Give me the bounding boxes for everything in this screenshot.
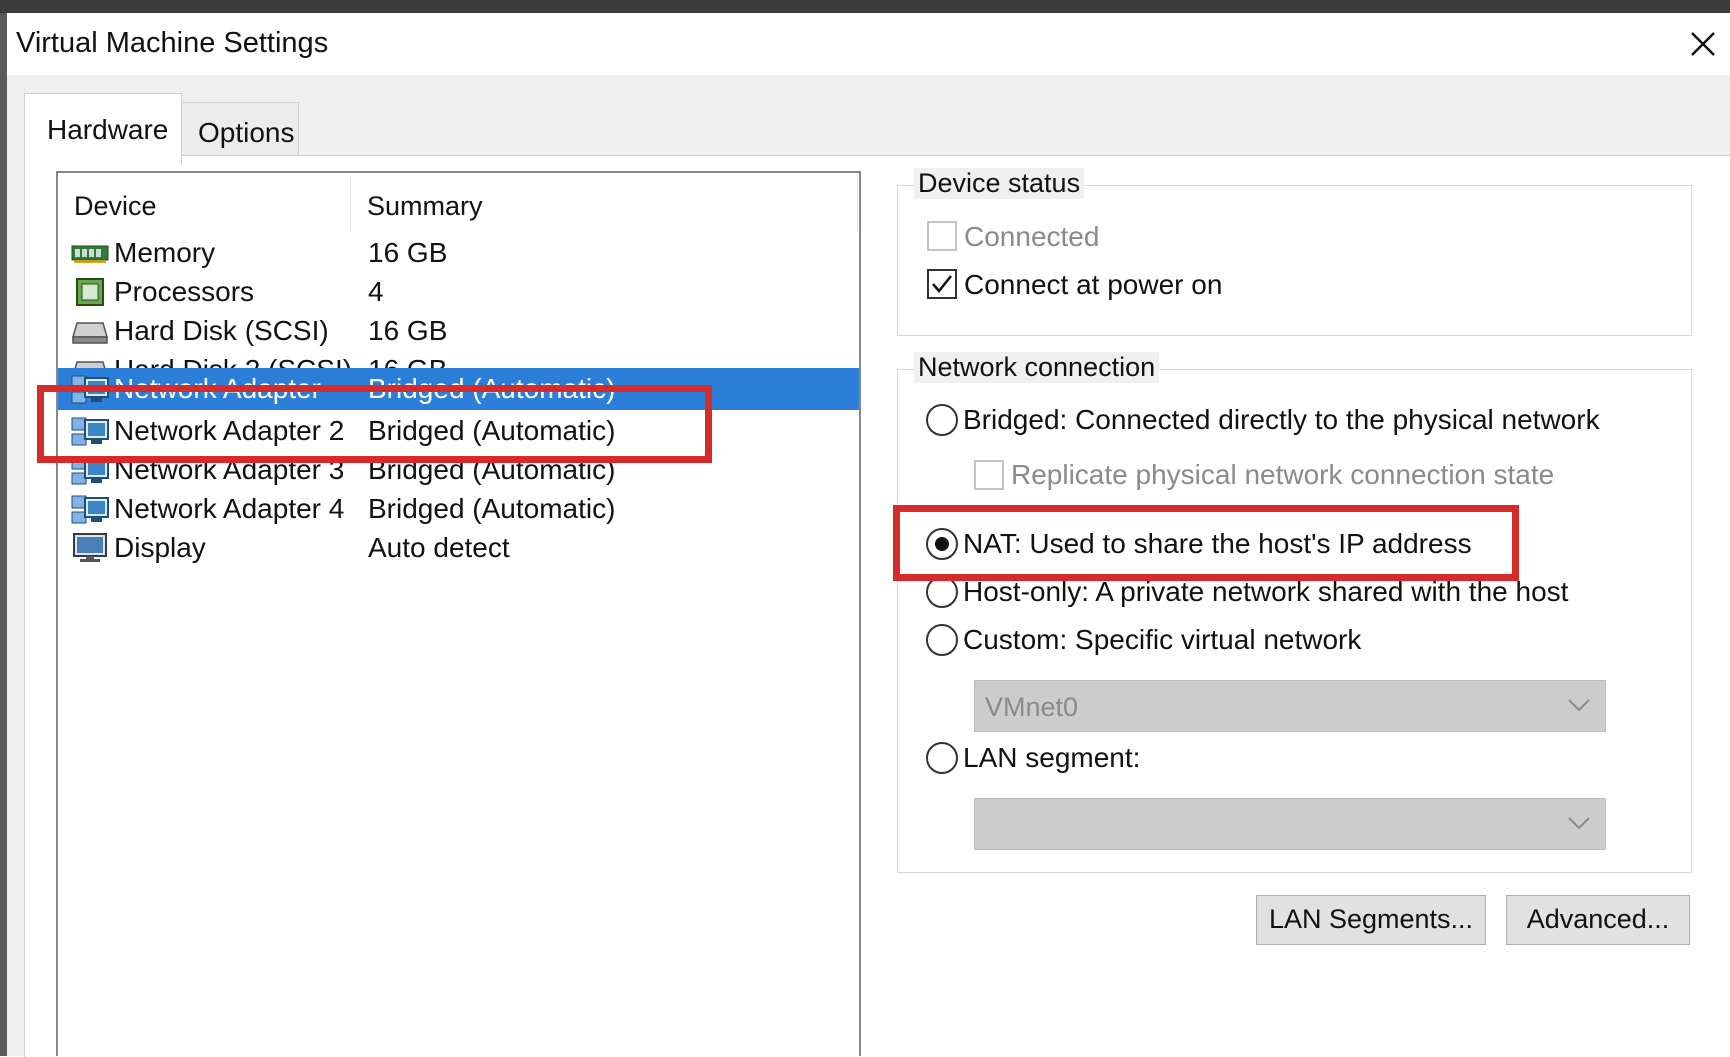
nat-label: NAT: Used to share the host's IP address	[963, 528, 1472, 559]
connected-label: Connected	[964, 221, 1100, 252]
chevron-down-icon	[1568, 699, 1590, 712]
display-icon	[73, 533, 107, 562]
device-summary: 4	[368, 276, 384, 307]
bridged-radio[interactable]	[926, 404, 958, 436]
chevron-down-icon	[1568, 817, 1590, 830]
tab-options[interactable]: Options	[181, 102, 299, 156]
window-title: Virtual Machine Settings	[16, 27, 329, 59]
replicate-checkbox[interactable]	[974, 460, 1004, 490]
device-name: Network Adapter 4	[114, 493, 345, 524]
host-only-label: Host-only: A private network shared with…	[963, 576, 1569, 607]
device-name: Processors	[114, 276, 255, 307]
device-row-network-adapter-3[interactable]: Network Adapter 3 Bridged (Automatic)	[58, 449, 859, 491]
lan-segment-label: LAN segment:	[963, 742, 1141, 773]
column-header-summary[interactable]: Summary	[367, 191, 483, 222]
column-divider[interactable]	[350, 175, 351, 231]
network-adapter-icon	[71, 495, 109, 524]
bridged-label: Bridged: Connected directly to the physi…	[963, 404, 1600, 435]
network-adapter-icon	[71, 456, 109, 485]
custom-network-value: VMnet0	[985, 692, 1079, 722]
device-row-network-adapter-2[interactable]: Network Adapter 2 Bridged (Automatic)	[58, 410, 859, 452]
device-name: Network Adapter 2	[114, 415, 345, 446]
close-button[interactable]	[1684, 25, 1722, 63]
advanced-button[interactable]: Advanced...	[1506, 895, 1690, 945]
column-divider[interactable]	[857, 175, 858, 231]
tab-hardware[interactable]: Hardware	[24, 93, 182, 165]
window-edge	[0, 13, 7, 1056]
lan-segment-select[interactable]	[974, 798, 1606, 850]
desktop-strip	[0, 0, 1730, 13]
network-connection-group: Network connection Bridged: Connected di…	[897, 352, 1692, 873]
device-summary: Bridged (Automatic)	[368, 454, 616, 485]
connect-at-power-on-label: Connect at power on	[964, 269, 1223, 300]
device-summary: Bridged (Automatic)	[368, 415, 616, 446]
lan-segment-radio[interactable]	[926, 742, 958, 774]
device-row-network-adapter[interactable]: Network Adapter Bridged (Automatic)	[58, 368, 859, 410]
device-list[interactable]: Device Summary Memory 16 GB Processors 4…	[56, 171, 861, 1056]
device-name: Memory	[114, 237, 216, 268]
processor-icon	[76, 278, 104, 306]
device-row-hard-disk[interactable]: Hard Disk (SCSI) 16 GB	[58, 310, 859, 352]
list-header: Device Summary	[58, 173, 859, 235]
hard-disk-icon	[72, 322, 108, 344]
device-summary: Bridged (Automatic)	[368, 493, 616, 524]
replicate-label: Replicate physical network connection st…	[1011, 459, 1555, 490]
device-name: Hard Disk (SCSI)	[114, 315, 329, 346]
column-header-device[interactable]: Device	[74, 191, 157, 222]
memory-icon	[71, 245, 109, 263]
nat-radio[interactable]	[926, 528, 958, 560]
device-summary: Bridged (Automatic)	[368, 373, 616, 404]
device-row-network-adapter-4[interactable]: Network Adapter 4 Bridged (Automatic)	[58, 488, 859, 530]
network-adapter-icon	[71, 375, 109, 404]
device-summary: Auto detect	[368, 532, 510, 563]
connected-checkbox[interactable]	[927, 221, 957, 251]
device-row-memory[interactable]: Memory 16 GB	[58, 232, 859, 274]
radio-selected-dot	[935, 537, 949, 551]
title-bar: Virtual Machine Settings	[7, 13, 1730, 75]
device-name: Network Adapter 3	[114, 454, 345, 485]
host-only-radio[interactable]	[926, 576, 958, 608]
custom-label: Custom: Specific virtual network	[963, 624, 1362, 655]
device-summary: 16 GB	[368, 315, 448, 346]
device-summary: 16 GB	[368, 237, 448, 268]
connect-at-power-on-checkbox[interactable]	[927, 269, 957, 299]
device-status-legend: Device status	[914, 168, 1085, 199]
device-status-group: Device status Connected Connect at power…	[897, 168, 1692, 336]
custom-network-select[interactable]: VMnet0	[974, 680, 1606, 732]
checkmark-icon	[932, 275, 952, 293]
network-connection-legend: Network connection	[914, 352, 1160, 383]
device-row-display[interactable]: Display Auto detect	[58, 527, 859, 569]
device-name: Network Adapter	[114, 373, 321, 404]
lan-segments-button[interactable]: LAN Segments...	[1256, 895, 1486, 945]
custom-radio[interactable]	[926, 624, 958, 656]
device-row-processors[interactable]: Processors 4	[58, 271, 859, 313]
close-icon	[1691, 32, 1715, 56]
device-name: Display	[114, 532, 206, 563]
network-adapter-icon	[71, 417, 109, 446]
